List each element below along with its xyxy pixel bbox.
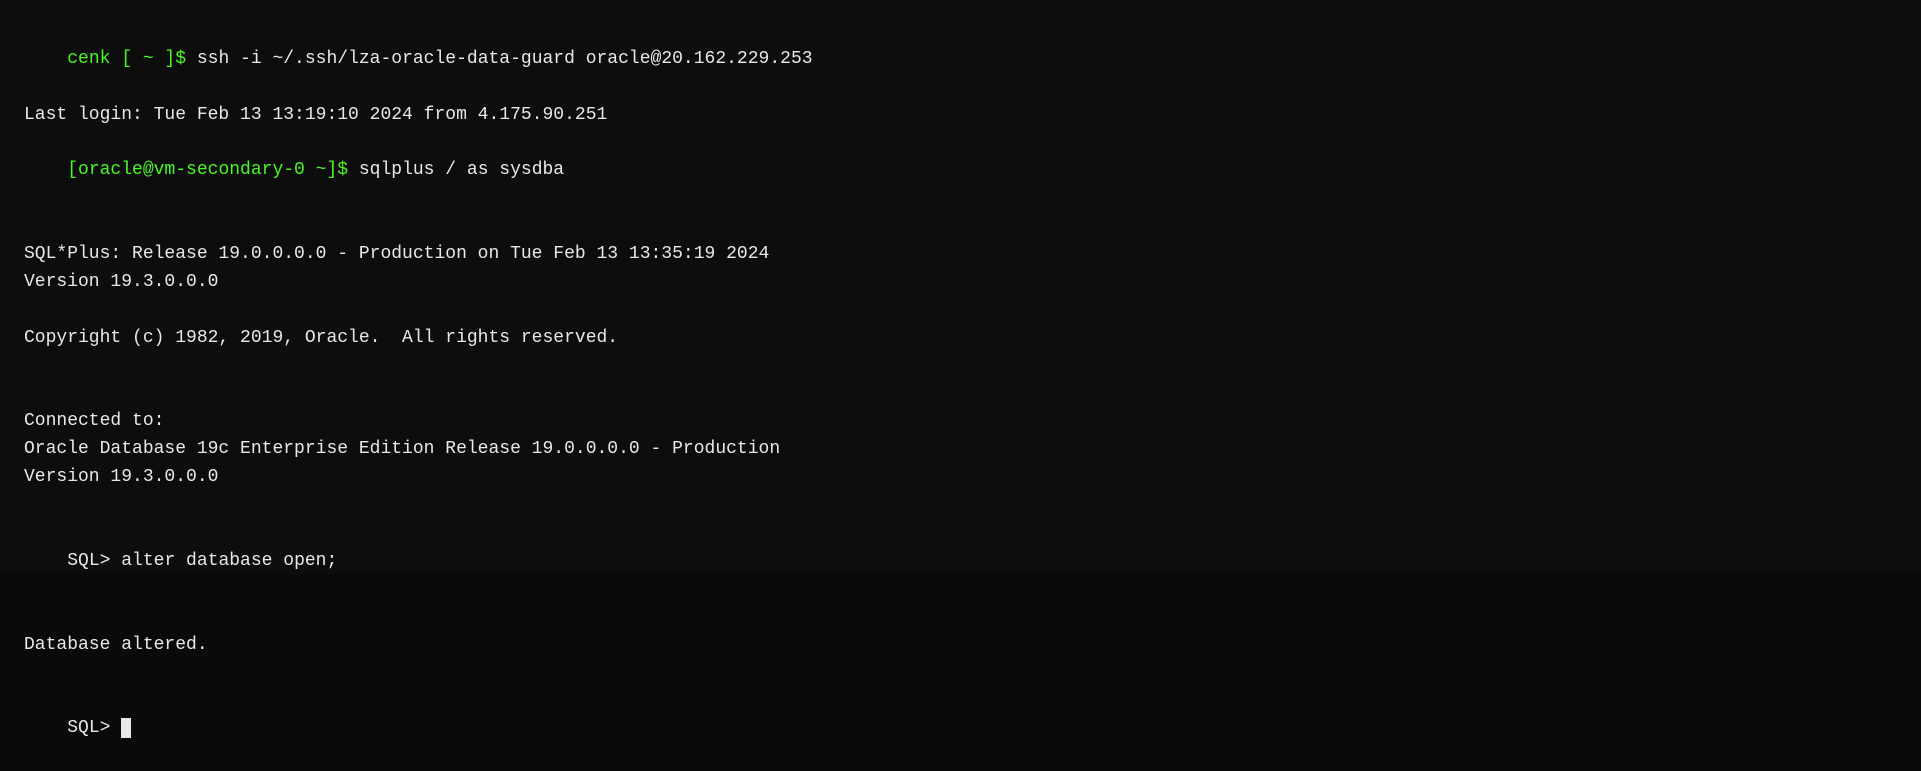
empty-line <box>24 659 1897 687</box>
terminal-window[interactable]: cenk [ ~ ]$ ssh -i ~/.ssh/lza-oracle-dat… <box>0 0 1921 574</box>
terminal-line: cenk [ ~ ]$ ssh -i ~/.ssh/lza-oracle-dat… <box>24 18 1897 102</box>
empty-line <box>24 604 1897 632</box>
terminal-line: Last login: Tue Feb 13 13:19:10 2024 fro… <box>24 102 1897 130</box>
sql-prompt: SQL> <box>67 718 121 738</box>
terminal-line: Connected to: <box>24 408 1897 436</box>
terminal-prompt-line: SQL> <box>24 687 1897 771</box>
terminal-line: SQL*Plus: Release 19.0.0.0.0 - Productio… <box>24 241 1897 269</box>
command-text: alter database open; <box>121 551 337 571</box>
terminal-line: Version 19.3.0.0.0 <box>24 464 1897 492</box>
terminal-line: [oracle@vm-secondary-0 ~]$ sqlplus / as … <box>24 130 1897 214</box>
sql-prompt: SQL> <box>67 551 121 571</box>
empty-line <box>24 213 1897 241</box>
prompt: cenk [ ~ ]$ <box>67 49 197 69</box>
terminal-line: Version 19.3.0.0.0 <box>24 269 1897 297</box>
empty-line <box>24 381 1897 409</box>
terminal-line: Database altered. <box>24 632 1897 660</box>
terminal-line: SQL> alter database open; <box>24 520 1897 604</box>
terminal-line: Oracle Database 19c Enterprise Edition R… <box>24 436 1897 464</box>
terminal-line: Copyright (c) 1982, 2019, Oracle. All ri… <box>24 325 1897 353</box>
cursor <box>121 718 131 738</box>
empty-line <box>24 492 1897 520</box>
empty-line <box>24 297 1897 325</box>
prompt: [oracle@vm-secondary-0 ~]$ <box>67 160 359 180</box>
empty-line <box>24 353 1897 381</box>
command-text: ssh -i ~/.ssh/lza-oracle-data-guard orac… <box>197 49 813 69</box>
command-text: sqlplus / as sysdba <box>359 160 564 180</box>
